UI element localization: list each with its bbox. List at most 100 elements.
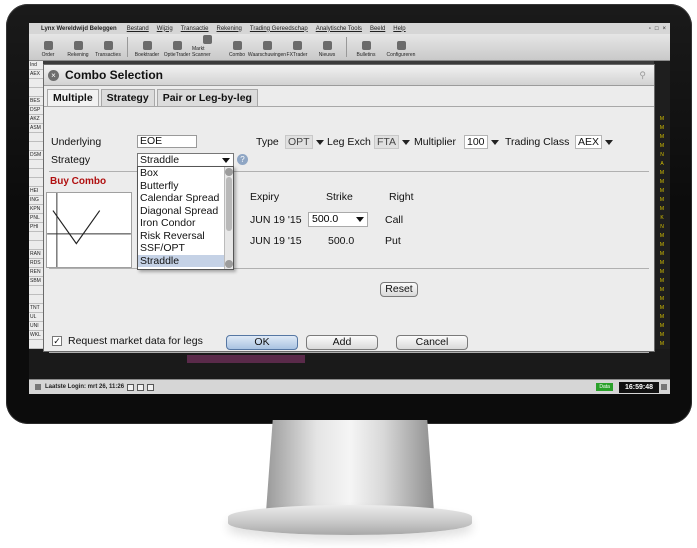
ticker-cell[interactable]: KPN [29,205,43,214]
strategy-option-ssf-opt[interactable]: SSF/OPT [138,242,224,255]
ticker-cell[interactable]: ING [29,196,43,205]
ticker-cell[interactable]: REN [29,268,43,277]
ticker-cell[interactable]: TNT [29,304,43,313]
ticker-cell[interactable]: DSP [29,106,43,115]
trading-class-select[interactable]: AEX [575,135,614,149]
ticker-cell[interactable]: PHI [29,223,43,232]
screen: Lynx Wereldwijd Beleggen Bestand Wijzig … [29,23,670,394]
ticker-cell[interactable] [29,88,43,97]
cancel-button[interactable]: Cancel [396,335,468,350]
strategy-option-iron-condor[interactable]: Iron Condor [138,217,224,230]
leg-2-strike: 500.0 [328,235,355,247]
ticker-cell[interactable] [29,241,43,250]
ticker-cell[interactable]: Ind [29,61,43,70]
toolbar-transactions-button[interactable]: Transacties [93,34,123,60]
tab-multiple[interactable]: Multiple [47,89,99,106]
add-button[interactable]: Add [306,335,378,350]
menu-account[interactable]: Rekening [213,26,246,32]
ticker-cell[interactable]: UL [29,313,43,322]
strategy-option-butterfly[interactable]: Butterfly [138,180,224,193]
ticker-cell[interactable] [29,169,43,178]
underlying-input[interactable]: EOE [137,135,197,148]
dialog-pin-icon[interactable]: ⚲ [639,70,646,81]
menu-analytics[interactable]: Analytische Tools [312,26,366,32]
toolbar-label: Configureren [386,52,416,58]
strategy-select[interactable]: Straddle [137,153,234,167]
multiplier-select[interactable]: 100 [464,135,499,149]
strategy-option-straddle[interactable]: Straddle [138,254,224,267]
ticker-cell[interactable] [29,133,43,142]
request-market-data-checkbox[interactable]: ✓ [52,336,62,346]
ok-button[interactable]: OK [226,335,298,350]
ticker-cell[interactable] [29,232,43,241]
ticker-cell[interactable] [29,286,43,295]
pin-icon[interactable] [661,384,667,390]
strategy-option-calendar-spread[interactable]: Calendar Spread [138,192,224,205]
menu-transaction[interactable]: Transactie [177,26,213,32]
transactions-icon [103,41,113,50]
ticker-cell[interactable] [29,142,43,151]
leg-exch-value: FTA [374,135,400,149]
toolbar-order-button[interactable]: Order [33,34,63,60]
ticker-cell[interactable]: AKZ [29,115,43,124]
toolbar-optiontrader-button[interactable]: OptieTrader [162,34,192,60]
tab-pair-leg-by-leg[interactable]: Pair or Leg-by-leg [156,89,258,106]
ticker-cell[interactable] [29,178,43,187]
menu-view[interactable]: Beeld [366,26,389,32]
restore-icon[interactable]: ▫ [649,26,651,32]
tab-strategy[interactable]: Strategy [100,89,155,106]
type-select[interactable]: OPT [285,135,324,149]
dialog-close-icon[interactable]: × [48,69,59,81]
status-button-2[interactable] [137,383,145,391]
indicator-cell: M [659,242,665,248]
right-header: Right [389,191,414,203]
toolbar-fxtrader-button[interactable]: FXTrader [282,34,312,60]
help-icon[interactable]: ? [237,154,248,165]
leg-1-expiry: JUN 19 '15 [250,214,302,226]
indicator-cell [654,79,670,88]
menu-trading-tools[interactable]: Trading Gereedschap [246,26,312,32]
ticker-cell[interactable]: WKL [29,331,43,340]
ticker-cell[interactable]: RDS [29,259,43,268]
toolbar-booktrader-button[interactable]: Boektrader [132,34,162,60]
strategy-option-risk-reversal[interactable]: Risk Reversal [138,230,224,243]
ticker-cell[interactable]: AEX [29,70,43,79]
ticker-cell[interactable] [29,295,43,304]
dropdown-scrollbar[interactable] [224,167,233,269]
toolbar-account-button[interactable]: Rekening [63,34,93,60]
toolbar-bulletins-button[interactable]: Bulletins [351,34,381,60]
close-window-icon[interactable]: × [662,26,666,32]
ticker-cell[interactable]: HEI [29,187,43,196]
strategy-option-box[interactable]: Box [138,167,224,180]
ticker-cell[interactable]: RAN [29,250,43,259]
menu-edit[interactable]: Wijzig [153,26,177,32]
toolbar-news-button[interactable]: Nieuws [312,34,342,60]
scroll-down-icon[interactable] [225,260,233,268]
ticker-cell[interactable] [29,340,43,349]
toolbar-market-scanner-button[interactable]: Markt Scanner [192,34,222,60]
ticker-cell[interactable] [29,79,43,88]
app-name: Lynx Wereldwijd Beleggen [41,25,117,32]
strategy-option-diagonal-spread[interactable]: Diagonal Spread [138,205,224,218]
indicator-cell: A [660,161,664,167]
scroll-thumb[interactable] [226,177,232,231]
menu-file[interactable]: Bestand [123,26,153,32]
leg-1-strike-select[interactable]: 500.0 [308,212,368,227]
ticker-cell[interactable]: UNI [29,322,43,331]
maximize-icon[interactable]: □ [655,26,659,32]
scroll-up-icon[interactable] [225,168,233,176]
ticker-cell[interactable]: SBM [29,277,43,286]
toolbar-configure-button[interactable]: Configureren [381,34,421,60]
indicator-cell [654,88,670,97]
status-button-1[interactable] [127,383,135,391]
ticker-cell[interactable]: BES [29,97,43,106]
leg-exch-select[interactable]: FTA [374,135,411,149]
reset-button[interactable]: Reset [380,282,418,297]
ticker-cell[interactable]: ASM [29,124,43,133]
menu-help[interactable]: Help [389,26,409,32]
ticker-cell[interactable]: PNL [29,214,43,223]
ticker-cell[interactable] [29,160,43,169]
ticker-cell[interactable]: DSM [29,151,43,160]
toolbar-alerts-button[interactable]: Waarschuwingen [248,34,286,60]
status-button-3[interactable] [147,383,155,391]
